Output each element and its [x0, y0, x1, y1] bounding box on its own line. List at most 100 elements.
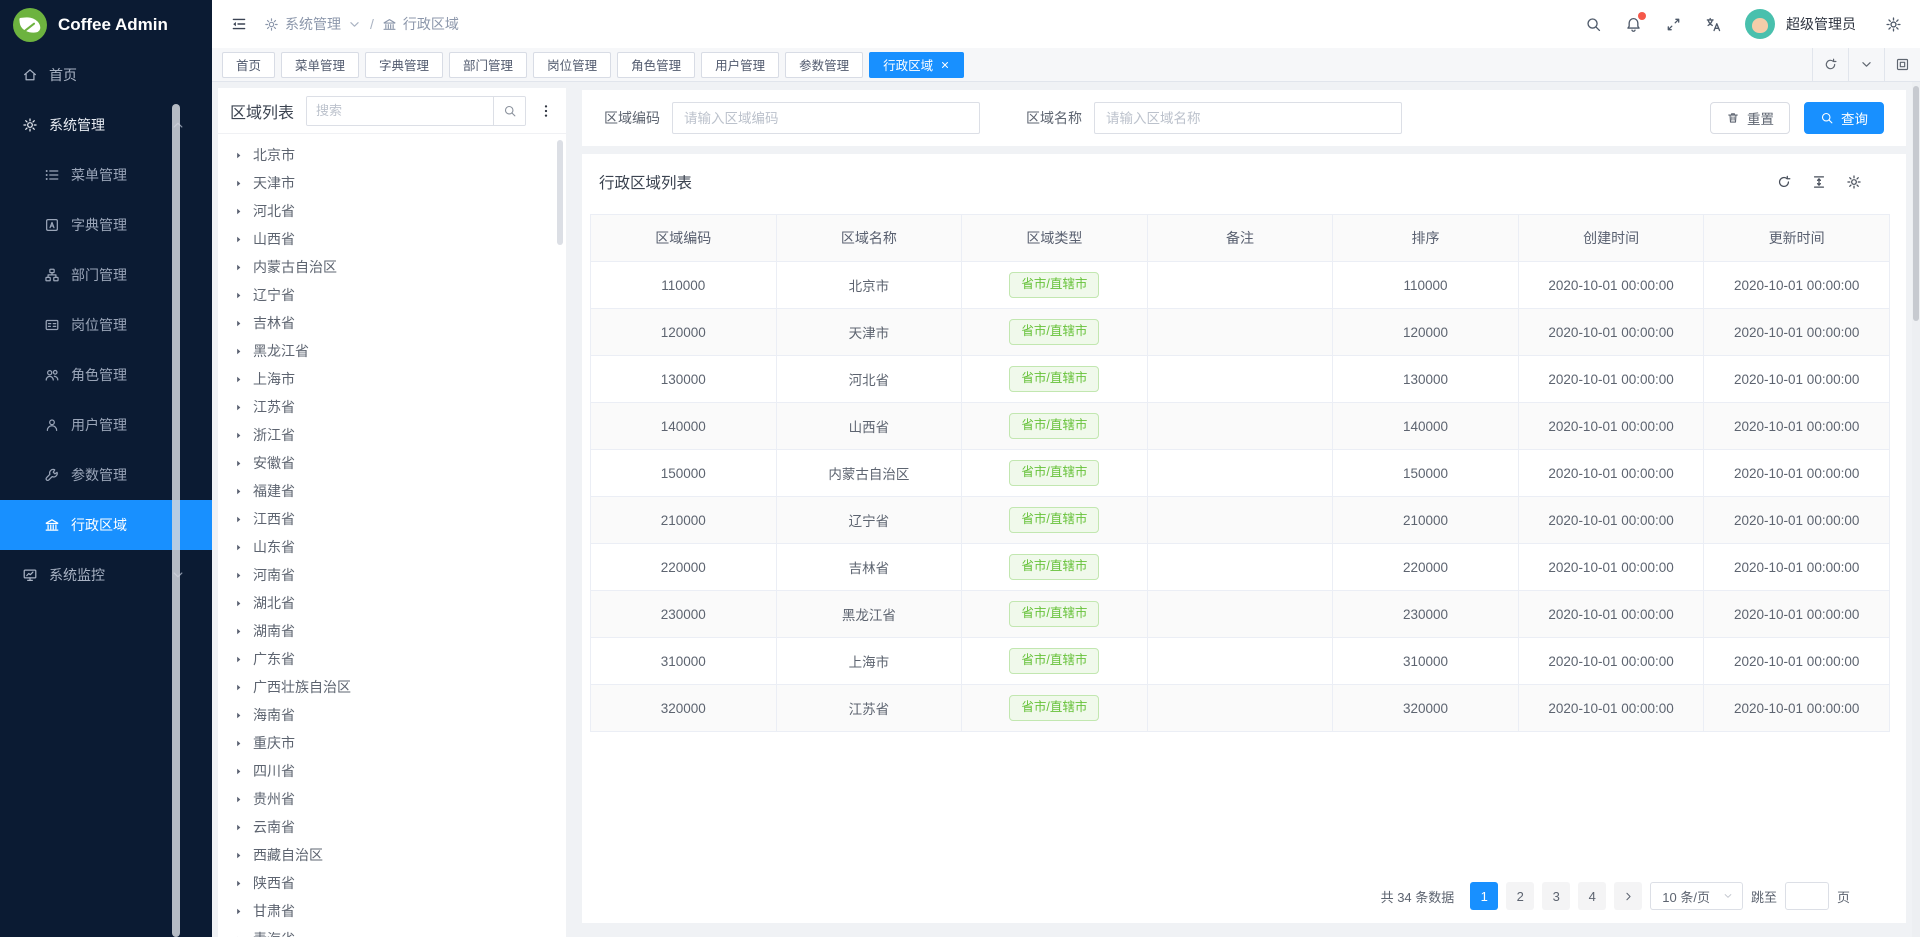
tab-5[interactable]: 岗位管理 [533, 52, 611, 78]
chevron-down-icon [1859, 57, 1874, 72]
tree-item[interactable]: 甘肃省 [218, 897, 566, 925]
sidebar-subitem-5[interactable]: 角色管理 [0, 350, 212, 400]
sidebar-subitem-1[interactable]: 菜单管理 [0, 150, 212, 200]
table-cell: 2020-10-01 00:00:00 [1704, 497, 1890, 544]
tab-4[interactable]: 部门管理 [449, 52, 527, 78]
tree-item[interactable]: 四川省 [218, 757, 566, 785]
search-button[interactable]: 查询 [1804, 102, 1884, 134]
tree-item[interactable]: 天津市 [218, 169, 566, 197]
sidebar-subitem-label: 部门管理 [71, 265, 127, 285]
tree-item[interactable]: 辽宁省 [218, 281, 566, 309]
tree-search-input[interactable] [307, 97, 493, 125]
tree-item-label: 贵州省 [253, 789, 295, 809]
sidebar-item-system-management[interactable]: 系统管理 [0, 100, 212, 150]
tree-item[interactable]: 江苏省 [218, 393, 566, 421]
table-cell: 2020-10-01 00:00:00 [1704, 262, 1890, 309]
sidebar-subitem-8[interactable]: 行政区域 [0, 500, 212, 550]
table-row: 130000河北省省市/直辖市1300002020-10-01 00:00:00… [591, 356, 1890, 403]
tree-item[interactable]: 重庆市 [218, 729, 566, 757]
tree-item[interactable]: 湖北省 [218, 589, 566, 617]
tree-item[interactable]: 黑龙江省 [218, 337, 566, 365]
breadcrumb-item-system[interactable]: 系统管理 [264, 14, 362, 34]
page-scrollbar[interactable] [1912, 82, 1920, 937]
page-button-4[interactable]: 4 [1578, 882, 1606, 910]
translate-icon[interactable] [1705, 16, 1722, 33]
tree-item[interactable]: 福建省 [218, 477, 566, 505]
tree-item-label: 辽宁省 [253, 285, 295, 305]
tree-item[interactable]: 江西省 [218, 505, 566, 533]
next-page-button[interactable] [1614, 882, 1642, 910]
tree-item[interactable]: 河北省 [218, 197, 566, 225]
sidebar-subitem-3[interactable]: 部门管理 [0, 250, 212, 300]
tab-8[interactable]: 参数管理 [785, 52, 863, 78]
caret-right-icon [233, 934, 244, 937]
tab-7[interactable]: 用户管理 [701, 52, 779, 78]
column-settings-icon[interactable] [1846, 174, 1862, 190]
tab-9[interactable]: 行政区域 [869, 52, 964, 78]
jump-page-input[interactable] [1785, 882, 1829, 910]
row-density-icon[interactable] [1811, 174, 1827, 190]
tree-item[interactable]: 上海市 [218, 365, 566, 393]
sidebar-subitem-2[interactable]: 字典管理 [0, 200, 212, 250]
page-scrollbar-thumb[interactable] [1913, 86, 1919, 321]
region-name-input[interactable] [1094, 102, 1402, 134]
notifications-button[interactable] [1625, 16, 1642, 33]
page-button-1[interactable]: 1 [1470, 882, 1498, 910]
page-size-select[interactable]: 10 条/页 [1650, 882, 1743, 910]
tree-item[interactable]: 贵州省 [218, 785, 566, 813]
search-button-label: 查询 [1841, 108, 1868, 128]
tabs-dropdown-button[interactable] [1848, 48, 1884, 81]
tree-item[interactable]: 北京市 [218, 141, 566, 169]
sidebar-subitem-7[interactable]: 参数管理 [0, 450, 212, 500]
tab-6[interactable]: 角色管理 [617, 52, 695, 78]
sidebar-item-home[interactable]: 首页 [0, 50, 212, 100]
tree-item[interactable]: 内蒙古自治区 [218, 253, 566, 281]
tree-item[interactable]: 山西省 [218, 225, 566, 253]
tree-scrollbar-thumb[interactable] [557, 140, 563, 245]
tree-search-button[interactable] [493, 97, 525, 125]
sidebar-item-system-monitor[interactable]: 系统监控 [0, 550, 212, 600]
settings-gear-icon[interactable] [1885, 16, 1902, 33]
content-area: 区域列表 北京市天津市河北省山西省内蒙古自治区辽宁省吉林省黑龙江省上海市江苏省浙… [212, 82, 1920, 937]
search-icon[interactable] [1585, 16, 1602, 33]
roles-icon [44, 367, 60, 383]
region-code-input[interactable] [672, 102, 980, 134]
page-button-2[interactable]: 2 [1506, 882, 1534, 910]
user-avatar[interactable] [1745, 9, 1775, 39]
tree-item[interactable]: 湖南省 [218, 617, 566, 645]
close-tab-icon[interactable] [940, 60, 950, 70]
reset-button[interactable]: 重置 [1710, 102, 1790, 134]
table-cell: 210000 [1333, 497, 1519, 544]
maximize-content-button[interactable] [1884, 48, 1920, 81]
refresh-table-icon[interactable] [1776, 174, 1792, 190]
table-row: 120000天津市省市/直辖市1200002020-10-01 00:00:00… [591, 309, 1890, 356]
fullscreen-icon[interactable] [1665, 16, 1682, 33]
sidebar-subitem-6[interactable]: 用户管理 [0, 400, 212, 450]
tree-item[interactable]: 山东省 [218, 533, 566, 561]
collapse-sidebar-button[interactable] [230, 15, 248, 33]
tree-item[interactable]: 青海省 [218, 925, 566, 937]
caret-right-icon [233, 486, 244, 497]
sidebar-scrollbar[interactable] [172, 104, 180, 937]
tree-more-options-icon[interactable] [538, 103, 554, 119]
tree-item[interactable]: 广东省 [218, 645, 566, 673]
refresh-tab-button[interactable] [1812, 48, 1848, 81]
tab-3[interactable]: 字典管理 [365, 52, 443, 78]
page-size-value: 10 条/页 [1662, 887, 1710, 906]
tree-item[interactable]: 浙江省 [218, 421, 566, 449]
tree-item[interactable]: 西藏自治区 [218, 841, 566, 869]
tree-item[interactable]: 吉林省 [218, 309, 566, 337]
user-name[interactable]: 超级管理员 [1786, 14, 1856, 34]
tab-2[interactable]: 菜单管理 [281, 52, 359, 78]
tree-item[interactable]: 云南省 [218, 813, 566, 841]
tree-item[interactable]: 广西壮族自治区 [218, 673, 566, 701]
region-tree-panel: 区域列表 北京市天津市河北省山西省内蒙古自治区辽宁省吉林省黑龙江省上海市江苏省浙… [218, 88, 566, 937]
tree-item[interactable]: 安徽省 [218, 449, 566, 477]
tree-item[interactable]: 河南省 [218, 561, 566, 589]
tree-item[interactable]: 海南省 [218, 701, 566, 729]
tab-1[interactable]: 首页 [222, 52, 275, 78]
tree-item[interactable]: 陕西省 [218, 869, 566, 897]
sidebar-subitem-4[interactable]: 岗位管理 [0, 300, 212, 350]
page-button-3[interactable]: 3 [1542, 882, 1570, 910]
table-cell: 省市/直辖市 [962, 356, 1148, 403]
